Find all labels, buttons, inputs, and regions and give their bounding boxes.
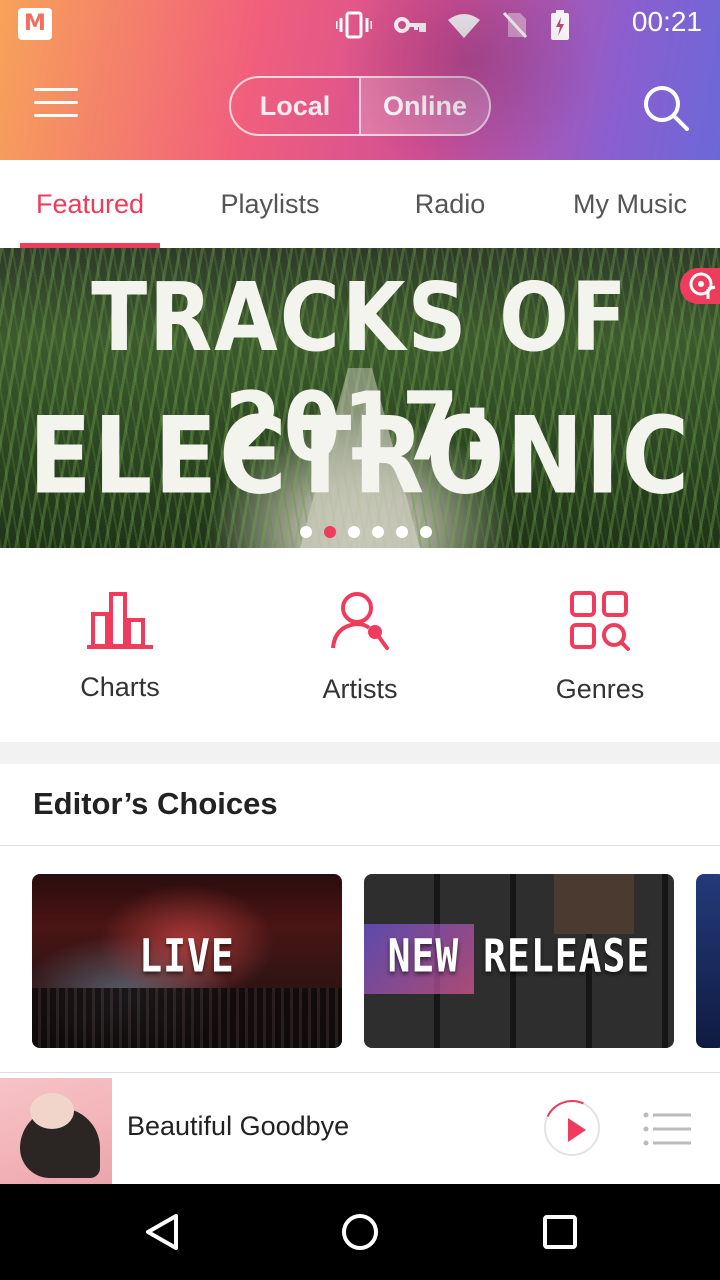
play-button[interactable] (536, 1092, 608, 1164)
recents-icon[interactable] (542, 1212, 578, 1252)
live-card-label: LIVE (139, 929, 235, 983)
vibrate-icon (336, 11, 372, 39)
tab-featured[interactable]: Featured (0, 160, 180, 248)
source-toggle: Local Online (229, 76, 491, 136)
new-release-card[interactable]: NEW RELEASE (364, 874, 674, 1048)
tab-my-music[interactable]: My Music (540, 160, 720, 248)
hamburger-menu-icon[interactable] (34, 88, 78, 124)
tab-playlists[interactable]: Playlists (180, 160, 360, 248)
editors-choices-header: Editor’s Choices (0, 764, 720, 846)
new-release-card-label: NEW RELEASE (387, 929, 651, 983)
search-icon[interactable] (642, 84, 690, 132)
banner-music-tag-icon[interactable] (680, 268, 720, 304)
system-nav-bar (0, 1184, 720, 1280)
live-card[interactable]: LIVE (32, 874, 342, 1048)
pagination-dot[interactable] (348, 526, 360, 538)
local-segment-button[interactable]: Local (231, 78, 361, 134)
quick-access-row: Charts Artists Genres (0, 548, 720, 742)
mini-player[interactable]: Beautiful Goodbye (0, 1072, 720, 1185)
album-art-face (30, 1093, 74, 1129)
pagination-dot[interactable] (420, 526, 432, 538)
grid-search-icon (570, 591, 630, 651)
artists-label: Artists (322, 674, 398, 704)
editors-choices-carousel: LIVE NEW RELEASE (32, 874, 720, 1048)
crowd-image (32, 988, 342, 1048)
artist-microphone-icon (331, 592, 389, 650)
main-tabs: Featured Playlists Radio My Music (0, 160, 720, 248)
album-art (0, 1078, 112, 1185)
next-card-peek[interactable] (696, 874, 720, 1048)
status-icons (336, 10, 570, 40)
album-tile-image (554, 874, 634, 934)
pagination-dot-active[interactable] (324, 526, 336, 538)
charts-button[interactable]: Charts (0, 548, 240, 742)
status-clock: 00:21 (631, 6, 702, 37)
charts-label: Charts (80, 672, 160, 702)
artists-button[interactable]: Artists (240, 548, 480, 742)
genres-button[interactable]: Genres (480, 548, 720, 742)
pagination-dot[interactable] (372, 526, 384, 538)
bar-chart-icon (87, 592, 153, 649)
no-sim-icon (502, 11, 528, 39)
status-bar: M 00:21 (0, 0, 720, 48)
pagination-dot[interactable] (396, 526, 408, 538)
track-title: Beautiful Goodbye (127, 1111, 350, 1141)
queue-list-icon[interactable] (643, 1111, 693, 1147)
online-segment-button[interactable]: Online (361, 78, 489, 134)
genres-label: Genres (555, 674, 645, 704)
banner-pagination (300, 526, 432, 538)
banner-title-line2: ELECTRONIC (28, 394, 692, 519)
app-notification-icon: M (18, 8, 52, 40)
play-icon (568, 1118, 586, 1142)
section-divider (0, 742, 720, 764)
key-icon (394, 17, 426, 33)
battery-charging-icon (551, 10, 569, 40)
featured-banner[interactable]: TRACKS OF 2017: ELECTRONIC (0, 248, 720, 548)
home-icon[interactable] (340, 1212, 380, 1252)
pagination-dot[interactable] (300, 526, 312, 538)
top-header: M 00:21 Local Online (0, 0, 720, 160)
wifi-icon (448, 14, 480, 38)
section-title: Editor’s Choices (33, 786, 278, 821)
tab-radio[interactable]: Radio (360, 160, 540, 248)
back-icon[interactable] (142, 1212, 182, 1252)
